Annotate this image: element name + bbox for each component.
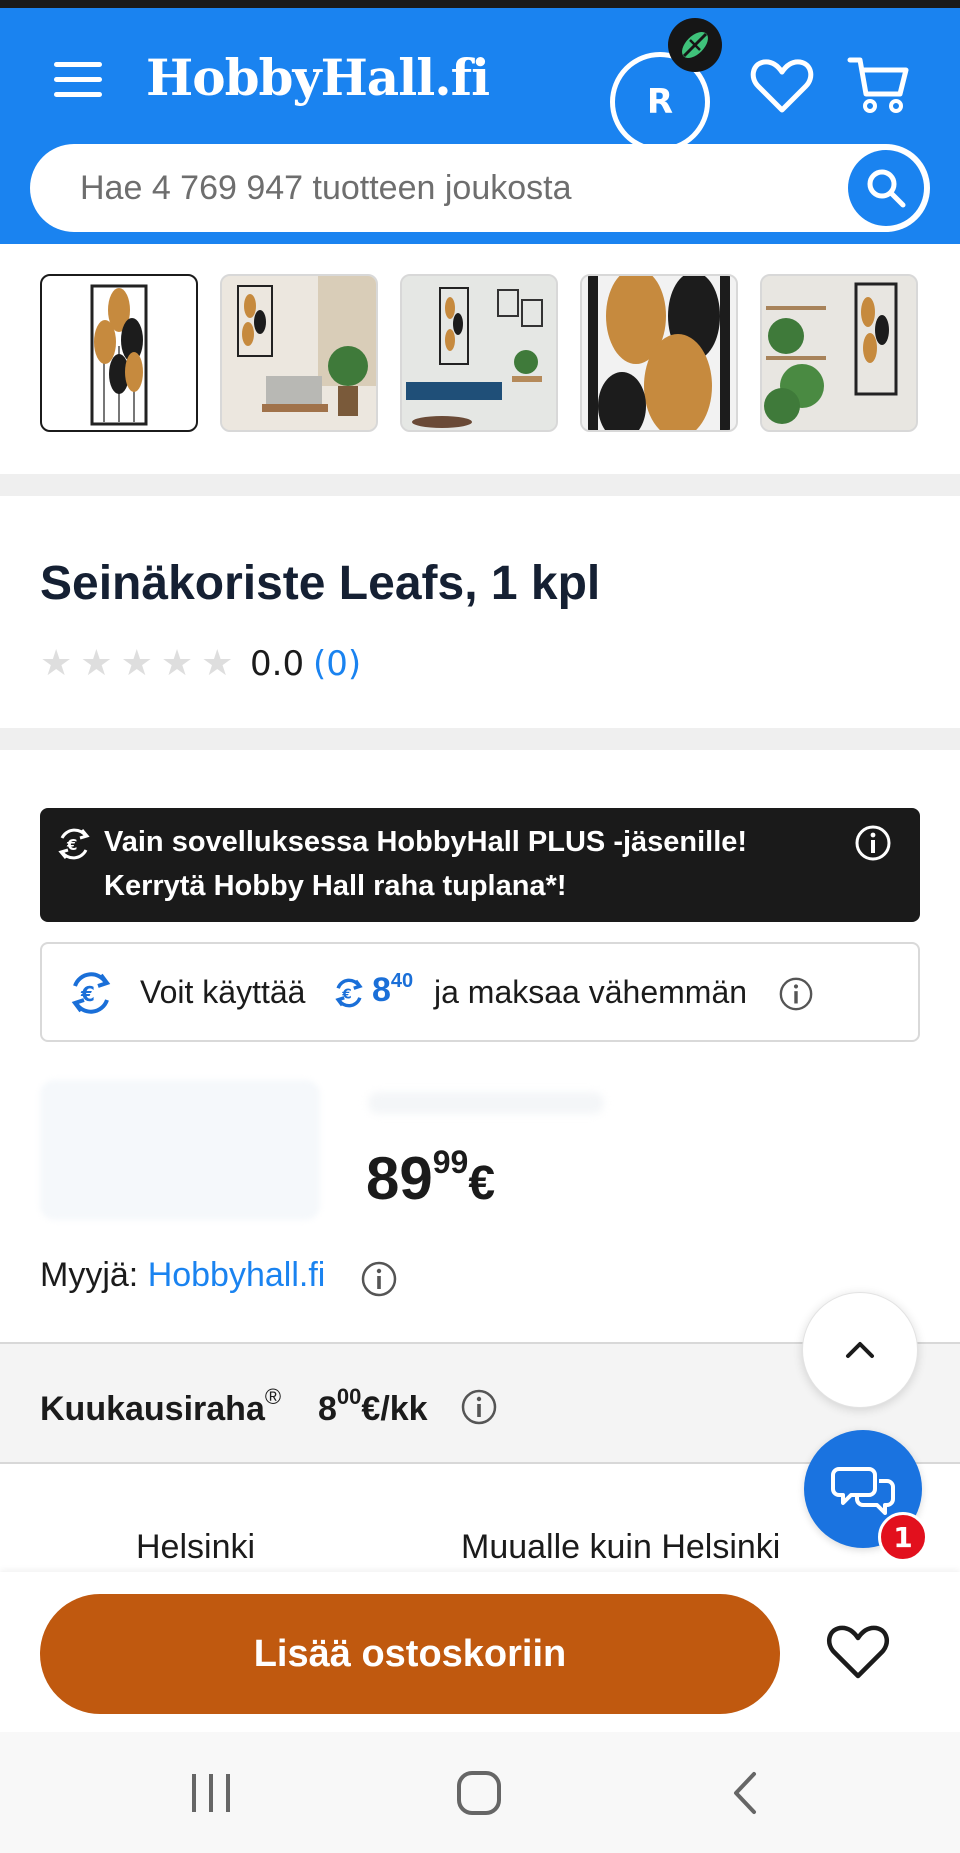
review-count-link[interactable]: (0) [313,644,361,684]
tab-outside-helsinki[interactable]: Muualle kuin Helsinki [461,1528,780,1567]
star-icon: ★ [160,643,194,684]
add-to-cart-button[interactable]: Lisää ostoskoriin [40,1594,780,1714]
monthly-reg-mark: ® [264,1384,282,1409]
price-placeholder [40,1080,320,1220]
seller-row: Myyjä: Hobbyhall.fi [40,1256,325,1295]
monthly-label-text: Kuukausiraha [40,1390,265,1428]
monthly-value-int: 8 [318,1390,337,1428]
system-navigation-bar [0,1732,960,1853]
search-input[interactable] [80,164,840,212]
section-divider [0,728,960,750]
info-icon[interactable] [360,1260,398,1302]
price-placeholder [368,1092,604,1114]
back-icon[interactable] [730,1770,760,1820]
thumbnail-4[interactable] [580,274,738,432]
cart-icon[interactable] [846,54,910,116]
star-icon: ★ [201,643,234,684]
monthly-value: 800€/kk [318,1384,428,1429]
seller-label: Myyjä: [40,1256,139,1294]
avatar-initial: R [646,82,674,122]
chat-icon [831,1467,895,1515]
recent-apps-icon[interactable] [190,1770,232,1820]
menu-icon[interactable] [54,58,104,102]
thumbnail-1[interactable] [40,274,198,432]
price-int: 89 [366,1145,433,1212]
money-amount-dec: 40 [390,970,414,992]
hobbyhall-money-box[interactable]: € Voit käyttää € 840 ja maksaa vähemmän [40,942,920,1042]
monthly-unit: €/kk [361,1390,428,1428]
rating-stars[interactable]: ★ ★ ★ ★ ★ [40,644,233,684]
coin-exchange-icon: € [332,976,366,1018]
bottom-action-bar: Lisää ostoskoriin [0,1572,960,1732]
svg-text:€: € [80,982,95,1006]
money-text-after: ja maksaa vähemmän [434,974,748,1010]
svg-text:€: € [341,986,351,1002]
search-bar [30,144,930,232]
info-icon[interactable] [778,976,814,1020]
heart-icon[interactable] [826,1622,896,1686]
scroll-to-top-button[interactable] [802,1292,918,1408]
monthly-label: Kuukausiraha® [40,1384,281,1429]
plus-banner-line2: Kerrytä Hobby Hall raha tuplana*! [104,870,567,902]
info-icon[interactable] [460,1388,498,1435]
money-amount: 840 [372,970,413,1010]
section-divider [0,474,960,496]
status-bar [0,0,960,8]
svg-text:€: € [66,836,77,854]
thumbnail-3[interactable] [400,274,558,432]
coin-exchange-icon: € [54,824,94,872]
chevron-up-icon [846,1342,874,1358]
price-dec: 99 [432,1144,469,1180]
chat-unread-badge: 1 [878,1512,928,1562]
product-title: Seinäkoriste Leafs, 1 kpl [40,557,601,610]
product-price: 8999€ [366,1144,495,1213]
star-icon: ★ [120,643,153,684]
leaf-badge-icon [668,18,722,72]
image-gallery [0,244,960,474]
money-text-before: Voit käyttää [140,974,306,1010]
seller-link[interactable]: Hobbyhall.fi [148,1256,326,1294]
monthly-value-dec: 00 [336,1384,362,1409]
star-icon: ★ [40,643,73,684]
home-icon[interactable] [456,1770,502,1820]
info-icon[interactable] [854,824,892,870]
search-icon[interactable] [848,150,924,226]
thumbnail-5[interactable] [760,274,918,432]
app-header: HobbyHall.fi R [0,8,960,244]
star-icon: ★ [80,643,113,684]
money-amount-int: 8 [372,971,391,1009]
thumbnail-2[interactable] [220,274,378,432]
plus-banner-line1: Vain sovelluksessa HobbyHall PLUS -jäsen… [104,826,748,858]
coin-exchange-icon: € [66,968,116,1026]
rating-value: 0.0 [250,644,305,684]
plus-member-banner[interactable]: € Vain sovelluksessa HobbyHall PLUS -jäs… [40,808,920,922]
price-currency: € [468,1157,496,1210]
heart-icon[interactable] [750,56,814,116]
tab-helsinki[interactable]: Helsinki [136,1528,255,1567]
logo[interactable]: HobbyHall.fi [146,48,490,107]
